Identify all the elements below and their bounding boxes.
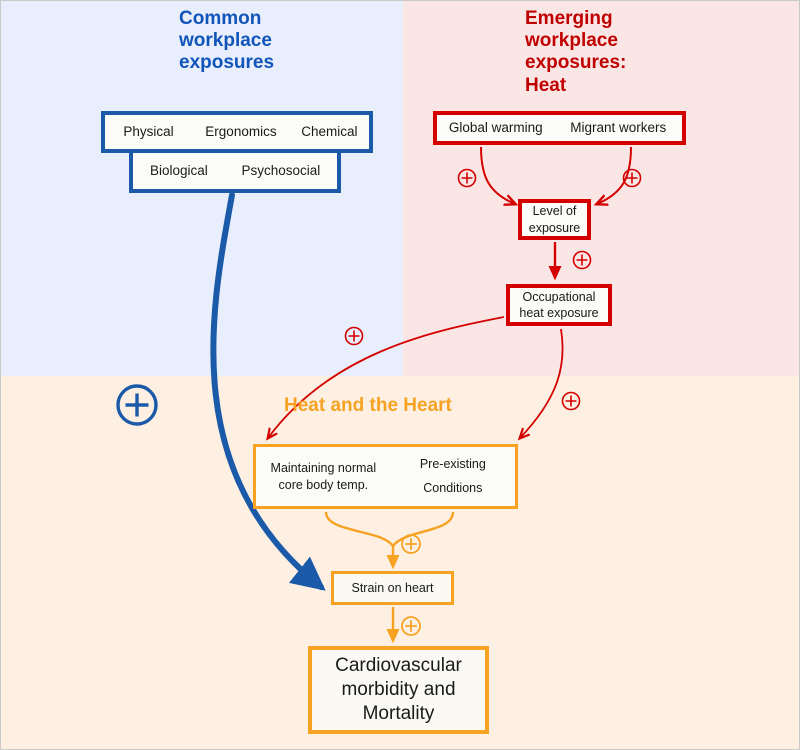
panel-title-heat-and-the-heart: Heat and the Heart <box>284 395 452 416</box>
node-pre-existing-conditions[interactable]: Pre-existing Conditions <box>390 447 515 506</box>
diagram-canvas: Common workplace exposures Emerging work… <box>0 0 800 750</box>
node-maintaining-core-temp[interactable]: Maintaining normal core body temp. <box>256 447 391 506</box>
node-chemical[interactable]: Chemical <box>289 115 369 149</box>
node-physical[interactable]: Physical <box>105 115 193 149</box>
common-exposures-row-2: Biological Psychosocial <box>129 153 341 193</box>
node-occupational-heat-exposure[interactable]: Occupational heat exposure <box>506 284 612 326</box>
node-global-warming[interactable]: Global warming <box>437 115 555 141</box>
node-migrant-workers[interactable]: Migrant workers <box>554 115 682 141</box>
common-exposures-row-1: Physical Ergonomics Chemical <box>101 111 373 153</box>
node-strain-on-heart[interactable]: Strain on heart <box>331 571 454 605</box>
heart-factors-row: Maintaining normal core body temp. Pre-e… <box>253 444 518 509</box>
node-level-of-exposure[interactable]: Level of exposure <box>518 199 591 240</box>
node-biological[interactable]: Biological <box>133 153 225 189</box>
node-ergonomics[interactable]: Ergonomics <box>192 115 290 149</box>
heat-drivers-row: Global warming Migrant workers <box>433 111 686 145</box>
panel-title-emerging-workplace-exposures: Emerging workplace exposures: Heat <box>525 8 627 96</box>
panel-title-common-workplace-exposures: Common workplace exposures <box>179 8 275 74</box>
node-cardiovascular-morbidity-mortality[interactable]: Cardiovascular morbidity and Mortality <box>308 646 489 734</box>
node-psychosocial[interactable]: Psychosocial <box>224 153 337 189</box>
